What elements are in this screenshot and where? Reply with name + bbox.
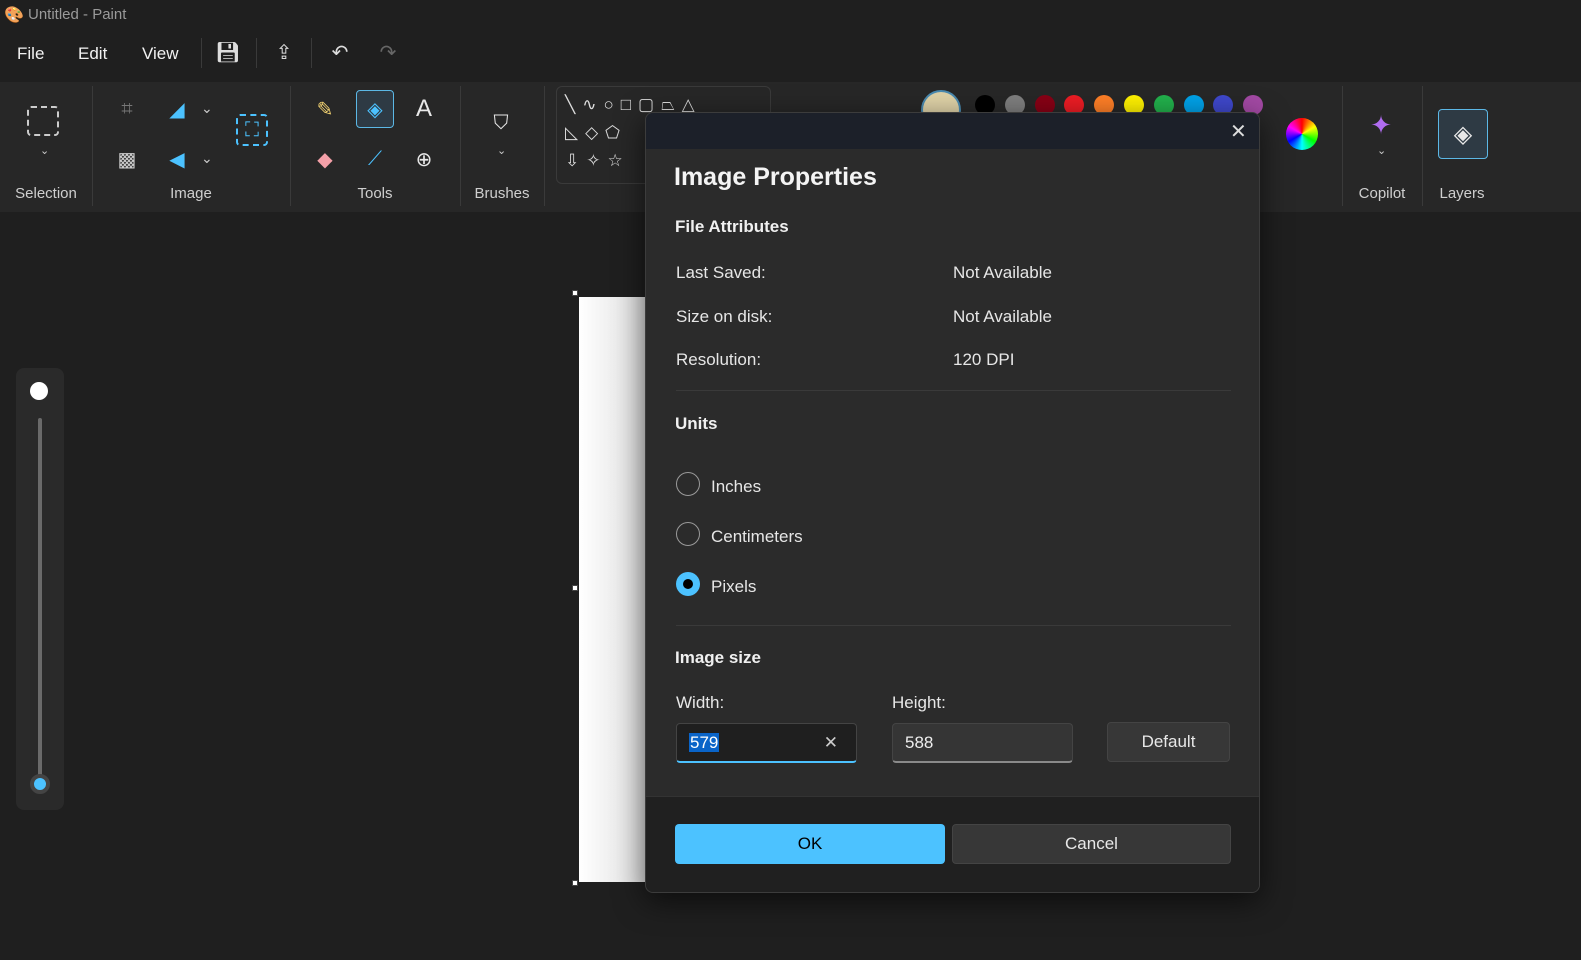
height-value: 588 [905, 733, 934, 752]
undo-icon[interactable]: ↶ [324, 36, 356, 68]
slider-track[interactable] [38, 418, 42, 786]
rotate-icon[interactable]: ◢ [158, 90, 196, 128]
size-on-disk-label: Size on disk: [676, 307, 773, 326]
save-icon[interactable]: 💾︎ [212, 36, 244, 68]
flip-icon[interactable]: ◀ [158, 140, 196, 178]
resize-handle[interactable] [572, 290, 578, 296]
width-label: Width: [676, 693, 725, 712]
width-value: 579 [689, 733, 720, 752]
title-bar: 🎨 Untitled - Paint [0, 0, 1581, 30]
group-label-image: Image [170, 185, 212, 202]
radio-pixels[interactable] [676, 572, 700, 596]
group-label-selection: Selection [15, 185, 77, 202]
resolution-label: Resolution: [676, 350, 762, 369]
zoom-slider[interactable] [16, 368, 64, 810]
last-saved-label: Last Saved: [676, 263, 766, 282]
last-saved-value: Not Available [953, 263, 1052, 282]
divider [676, 390, 1231, 391]
menu-edit[interactable]: Edit [78, 44, 107, 64]
chevron-down-icon[interactable]: ⌄ [40, 144, 49, 157]
resize-handle[interactable] [572, 880, 578, 886]
color-picker-icon[interactable]: ⟋ [356, 140, 394, 178]
drawing-canvas[interactable] [579, 297, 649, 882]
group-label-brushes: Brushes [474, 185, 530, 202]
divider [256, 38, 257, 68]
units-heading: Units [675, 414, 718, 433]
height-label: Height: [892, 693, 946, 712]
crop-icon[interactable]: ⌗ [108, 90, 146, 128]
slider-thumb[interactable] [30, 774, 50, 794]
dialog-title: Image Properties [674, 163, 877, 191]
width-input[interactable]: 579 ✕ [676, 723, 857, 763]
pencil-icon[interactable]: ✎ [306, 90, 344, 128]
menu-view[interactable]: View [142, 44, 179, 64]
file-attributes-heading: File Attributes [675, 217, 789, 236]
group-label-tools: Tools [357, 185, 393, 202]
divider [311, 38, 312, 68]
radio-label-pixels[interactable]: Pixels [711, 577, 756, 597]
menu-bar: File Edit View 💾︎ ⇪ ↶ ↷ [0, 30, 1581, 80]
radio-label-inches[interactable]: Inches [711, 477, 761, 497]
window-title: Untitled - Paint [28, 6, 127, 23]
divider [201, 38, 202, 68]
radio-inches[interactable] [676, 472, 700, 496]
image-size-heading: Image size [675, 648, 761, 667]
layers-icon[interactable]: ◈ [1438, 109, 1488, 159]
chevron-down-icon[interactable]: ⌄ [1377, 144, 1386, 157]
chevron-down-icon[interactable]: ⌄ [201, 100, 213, 117]
resolution-value: 120 DPI [953, 350, 1015, 369]
divider [544, 86, 545, 206]
paint-app-icon: 🎨 [4, 7, 24, 24]
resize-handle[interactable] [572, 585, 578, 591]
eraser-icon[interactable]: ◆ [306, 140, 344, 178]
chevron-down-icon[interactable]: ⌄ [497, 144, 506, 157]
chevron-down-icon[interactable]: ⌄ [201, 150, 213, 167]
image-properties-dialog: ✕ Image Properties File Attributes Last … [645, 112, 1260, 893]
radio-centimeters[interactable] [676, 522, 700, 546]
height-input[interactable]: 588 [892, 723, 1073, 763]
fill-bucket-icon[interactable]: ◈ [356, 90, 394, 128]
size-on-disk-value: Not Available [953, 307, 1052, 326]
resize-image-icon[interactable]: ⛶ [236, 114, 268, 146]
divider [676, 625, 1231, 626]
magnifier-icon[interactable]: ⊕ [405, 140, 443, 178]
ok-button[interactable]: OK [675, 824, 945, 864]
group-label-copilot: Copilot [1358, 185, 1406, 202]
opacity-drop-icon [30, 382, 48, 400]
remove-background-icon[interactable]: ▩ [108, 140, 146, 178]
clear-icon[interactable]: ✕ [824, 733, 838, 753]
text-icon[interactable]: A [405, 90, 443, 128]
dialog-title-bar [646, 113, 1259, 149]
brush-icon[interactable]: ⛉ [482, 104, 520, 142]
group-label-layers: Layers [1439, 185, 1485, 202]
menu-file[interactable]: File [17, 44, 44, 64]
close-icon[interactable]: ✕ [1230, 119, 1247, 144]
radio-label-centimeters[interactable]: Centimeters [711, 527, 803, 547]
share-icon[interactable]: ⇪ [268, 36, 300, 68]
default-button[interactable]: Default [1107, 722, 1230, 762]
dialog-footer: OK Cancel [646, 796, 1259, 892]
edit-colors-icon[interactable] [1286, 118, 1318, 150]
redo-icon[interactable]: ↷ [372, 36, 404, 68]
cancel-button[interactable]: Cancel [952, 824, 1231, 864]
rectangle-select-icon[interactable] [27, 106, 59, 136]
copilot-icon[interactable]: ✦ [1362, 106, 1400, 144]
